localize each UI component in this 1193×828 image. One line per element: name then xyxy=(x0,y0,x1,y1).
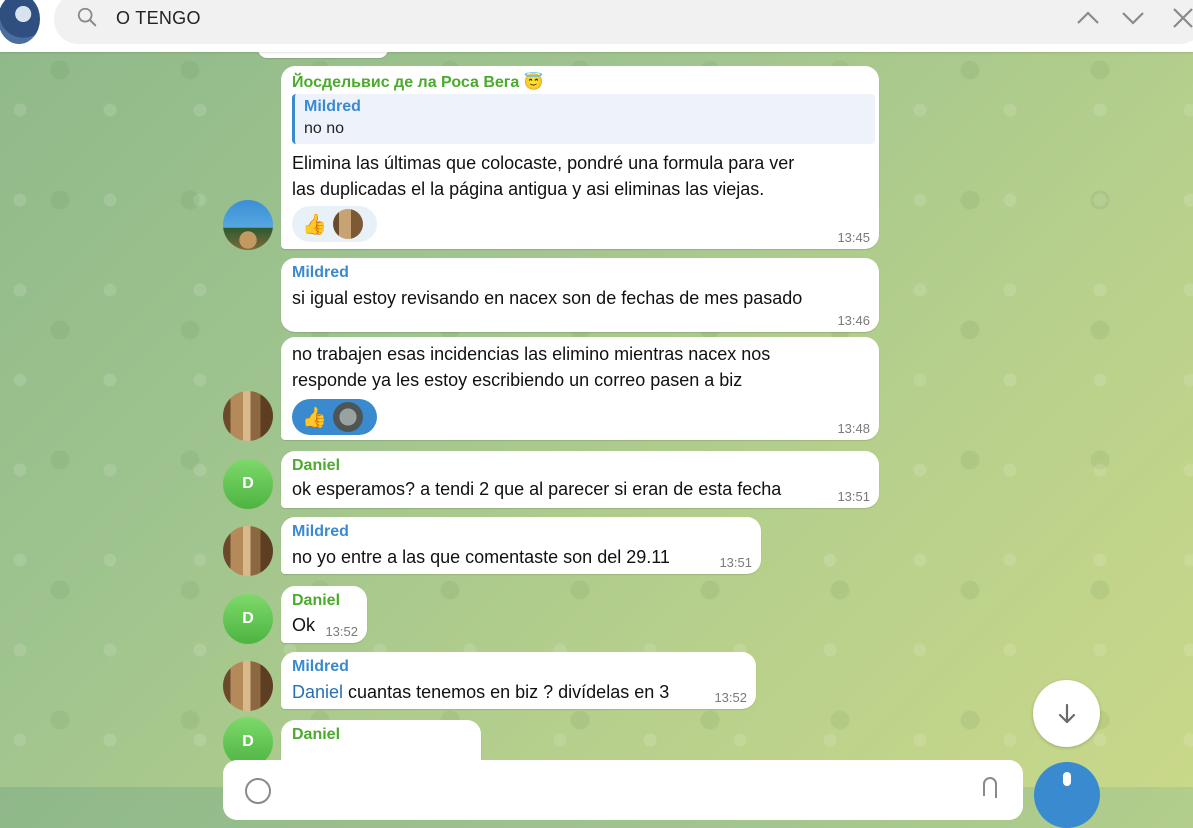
message-bubble[interactable]: Daniel Ok 13:52 xyxy=(281,586,367,643)
message-bubble[interactable]: Mildred no yo entre a las que comentaste… xyxy=(281,517,761,574)
message-bubble[interactable]: no trabajen esas incidencias las elimino… xyxy=(281,337,879,440)
message-text: las duplicadas el la página antigua y as… xyxy=(292,179,765,199)
message-sender[interactable]: Mildred xyxy=(292,523,349,541)
reactor-avatar xyxy=(332,209,363,239)
message-sender[interactable]: Mildred xyxy=(292,264,349,282)
message-text: ok esperamos? a tendi 2 que al parecer s… xyxy=(292,479,782,499)
avatar[interactable] xyxy=(223,661,273,711)
message-bubble[interactable]: Daniel ok esperamos? a tendi 2 que al pa… xyxy=(281,451,879,508)
message-text: Ok xyxy=(292,615,316,635)
search-header: O TENGO xyxy=(0,0,1193,52)
microphone-icon xyxy=(1063,772,1071,786)
message-text: Daniel cuantas tenemos en biz ? divídela… xyxy=(292,679,669,705)
message-time: 13:52 xyxy=(714,690,747,705)
message-time: 13:48 xyxy=(837,421,870,436)
mention-link[interactable]: Daniel xyxy=(292,682,343,702)
reaction-chip[interactable]: 👍 xyxy=(292,399,377,435)
message-text: si igual estoy revisando en nacex son de… xyxy=(292,288,803,308)
message-time: 13:51 xyxy=(837,489,870,504)
message-bubble[interactable]: Mildred si igual estoy revisando en nace… xyxy=(281,258,879,332)
reply-quote[interactable]: Mildred no no xyxy=(292,94,875,144)
avatar[interactable]: D xyxy=(223,459,273,509)
scroll-to-bottom-button[interactable] xyxy=(1033,680,1100,747)
message-sender[interactable]: Daniel xyxy=(292,592,340,610)
message-text-rest: cuantas tenemos en biz ? divídelas en 3 xyxy=(343,682,670,702)
message-time: 13:52 xyxy=(325,624,358,639)
message-sender[interactable]: Daniel xyxy=(292,726,340,744)
search-icon xyxy=(77,7,97,27)
message-bubble[interactable]: Mildred Daniel cuantas tenemos en biz ? … xyxy=(281,652,756,709)
reactor-avatar xyxy=(332,402,363,432)
reply-text: no no xyxy=(304,120,345,137)
avatar[interactable] xyxy=(223,526,273,576)
search-input[interactable]: O TENGO xyxy=(116,8,201,29)
message-time: 13:51 xyxy=(719,555,752,570)
message-time: 13:46 xyxy=(837,313,870,328)
avatar[interactable] xyxy=(223,391,273,441)
message-text: Elimina las últimas que colocaste, pondr… xyxy=(292,153,795,173)
close-icon[interactable] xyxy=(1170,8,1193,28)
message-sender[interactable]: Mildred xyxy=(292,658,349,676)
thumbs-up-emoji: 👍 xyxy=(302,406,327,429)
message-text: no trabajen esas incidencias las elimino… xyxy=(292,344,771,364)
chevron-down-icon[interactable] xyxy=(1121,8,1145,28)
message-text: responde ya les estoy escribiendo un cor… xyxy=(292,370,743,390)
chat-avatar[interactable] xyxy=(0,0,40,44)
reply-sender: Mildred xyxy=(304,98,361,115)
message-composer[interactable] xyxy=(223,760,1023,820)
message-sender[interactable]: Йосдельвис де ла Роса Вега 😇 xyxy=(292,72,544,92)
search-bar[interactable] xyxy=(54,0,1193,44)
voice-record-button[interactable] xyxy=(1034,762,1100,828)
message-time: 13:45 xyxy=(837,230,870,245)
avatar[interactable]: D xyxy=(223,594,273,644)
attach-icon[interactable] xyxy=(978,776,1002,806)
message-text: no yo entre a las que comentaste son del… xyxy=(292,547,670,567)
chevron-up-icon[interactable] xyxy=(1076,8,1100,28)
arrow-down-icon xyxy=(1058,703,1075,723)
message-bubble[interactable]: Йосдельвис де ла Роса Вега 😇 Mildred no … xyxy=(281,66,879,249)
reaction-chip[interactable]: 👍 xyxy=(292,206,377,242)
emoji-icon[interactable] xyxy=(243,776,273,806)
avatar[interactable] xyxy=(223,200,273,250)
thumbs-up-emoji: 👍 xyxy=(302,213,327,236)
message-sender[interactable]: Daniel xyxy=(292,457,340,475)
